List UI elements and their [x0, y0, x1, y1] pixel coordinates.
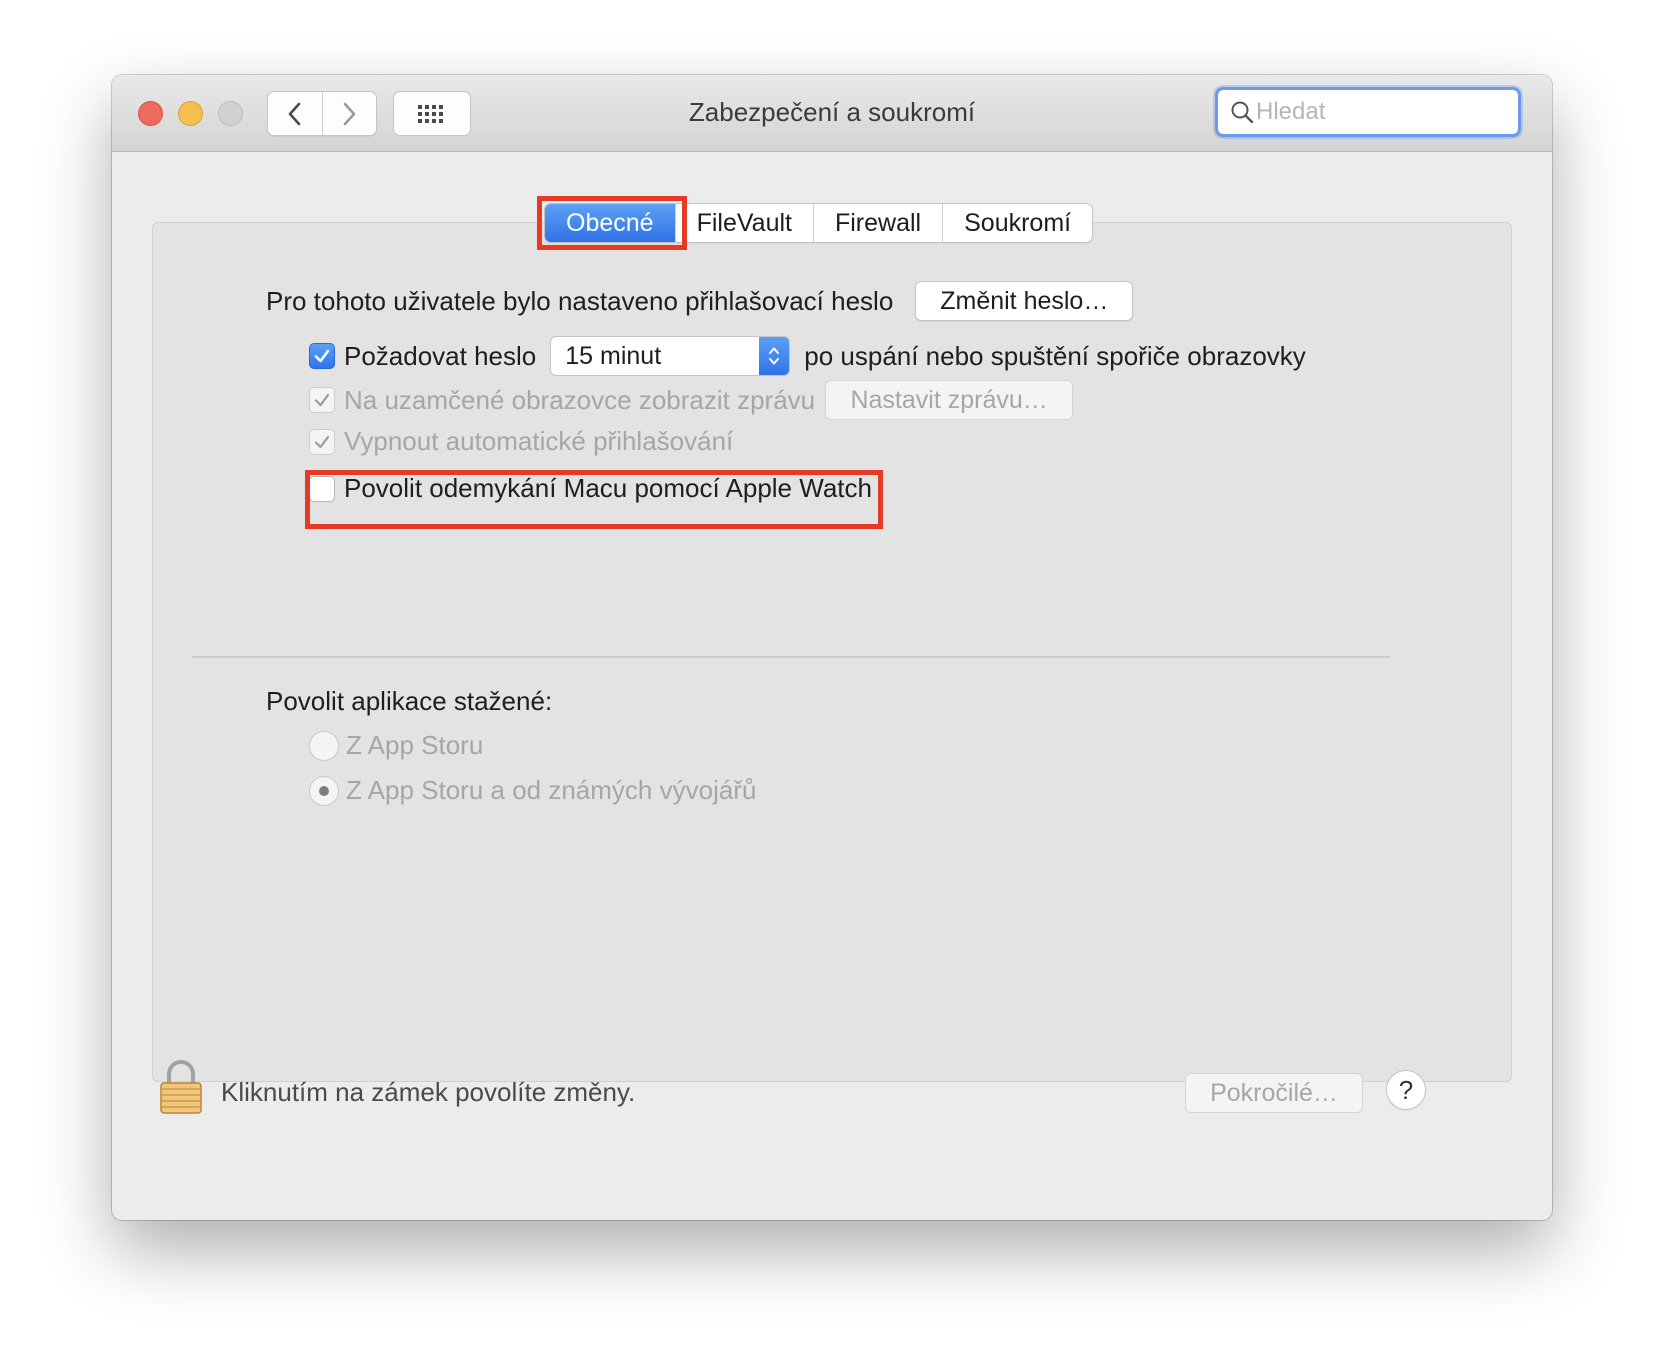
set-message-button[interactable]: Nastavit zprávu…: [825, 380, 1074, 420]
radio-identified-row: Z App Storu a od známých vývojářů: [309, 775, 756, 806]
section-divider: [192, 656, 1390, 658]
screenshot-stage: Zabezpečení a soukromí Obecné FileVault …: [0, 0, 1664, 1370]
search-icon: [1231, 101, 1254, 124]
tab-privacy[interactable]: Soukromí: [942, 204, 1092, 242]
auto-login-row: Vypnout automatické přihlašování: [309, 426, 733, 457]
radio-app-store[interactable]: [309, 730, 339, 761]
password-delay-value: 15 minut: [565, 341, 662, 370]
require-password-row: Požadovat heslo 15 minut po uspání nebo …: [309, 336, 1306, 376]
auto-login-checkbox[interactable]: [309, 428, 335, 455]
lock-text-row: Kliknutím na zámek povolíte změny.: [221, 1077, 635, 1108]
padlock-icon[interactable]: [159, 1059, 203, 1115]
tab-firewall[interactable]: Firewall: [812, 204, 942, 242]
change-password-button[interactable]: Změnit heslo…: [915, 281, 1134, 321]
apple-watch-row: Povolit odemykání Macu pomocí Apple Watc…: [309, 473, 872, 504]
tab-bar: Obecné FileVault Firewall Soukromí: [544, 203, 1094, 243]
apple-watch-checkbox[interactable]: [309, 475, 335, 502]
radio-app-store-row: Z App Storu: [309, 730, 483, 761]
lock-status-text: Kliknutím na zámek povolíte změny.: [221, 1077, 636, 1107]
tab-general[interactable]: Obecné: [545, 204, 675, 242]
radio-selected-dot: [319, 785, 329, 796]
radio-identified-developers[interactable]: [309, 775, 339, 806]
lock-message-checkbox[interactable]: [309, 387, 335, 413]
system-preferences-window: Zabezpečení a soukromí Obecné FileVault …: [112, 75, 1552, 1220]
password-delay-popup[interactable]: 15 minut: [550, 336, 791, 376]
apple-watch-label: Povolit odemykání Macu pomocí Apple Watc…: [344, 473, 872, 503]
password-set-label: Pro tohoto uživatele bylo nastaveno přih…: [266, 285, 894, 316]
advanced-button[interactable]: Pokročilé…: [1185, 1073, 1363, 1113]
radio-app-store-label: Z App Storu: [346, 730, 484, 760]
require-password-label: Požadovat heslo: [344, 340, 537, 371]
help-button[interactable]: ?: [1386, 1070, 1426, 1110]
require-password-suffix: po uspání nebo spuštění spořiče obrazovk…: [804, 340, 1306, 371]
password-row: Pro tohoto uživatele bylo nastaveno přih…: [266, 281, 1134, 321]
auto-login-label: Vypnout automatické přihlašování: [344, 426, 734, 456]
checkmark-icon: [314, 435, 330, 448]
downloads-title-row: Povolit aplikace stažené:: [266, 686, 552, 717]
search-field[interactable]: [1215, 87, 1521, 137]
lock-message-label: Na uzamčené obrazovce zobrazit zprávu: [344, 384, 816, 415]
require-password-checkbox[interactable]: [309, 343, 335, 369]
lock-message-row: Na uzamčené obrazovce zobrazit zprávu Na…: [309, 380, 1074, 420]
popup-arrows-icon: [759, 337, 790, 375]
checkmark-icon: [314, 349, 330, 363]
checkmark-icon: [314, 393, 330, 407]
search-input[interactable]: [1256, 98, 1496, 126]
downloads-title: Povolit aplikace stažené:: [266, 686, 553, 716]
tab-filevault[interactable]: FileVault: [674, 204, 813, 242]
radio-identified-label: Z App Storu a od známých vývojářů: [346, 775, 757, 805]
title-bar: Zabezpečení a soukromí: [112, 75, 1552, 152]
